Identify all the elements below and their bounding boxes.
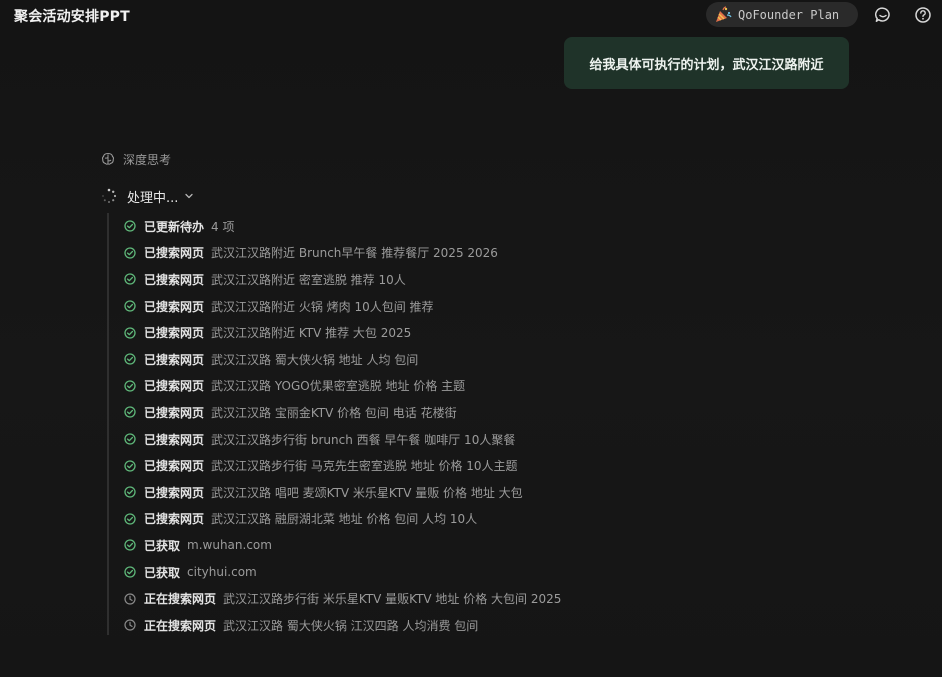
step-item: 正在搜索网页 武汉江汉路步行街 米乐星KTV 量贩KTV 地址 价格 大包间 20… bbox=[124, 585, 561, 612]
party-popper-icon bbox=[714, 5, 732, 24]
step-item: 已更新待办 4 项 bbox=[124, 213, 561, 240]
user-message-bubble: 给我具体可执行的计划，武汉江汉路附近 bbox=[564, 37, 849, 89]
step-detail: 4 项 bbox=[211, 219, 235, 234]
check-circle-icon bbox=[124, 433, 136, 445]
step-status: 已获取 bbox=[144, 565, 181, 580]
step-status: 已搜索网页 bbox=[144, 485, 205, 500]
step-item: 已获取 cityhui.com bbox=[124, 559, 561, 586]
step-status: 已搜索网页 bbox=[144, 272, 205, 287]
step-item: 已搜索网页 武汉江汉路 YOGO优果密室逃脱 地址 价格 主题 bbox=[124, 373, 561, 400]
step-detail: 武汉江汉路附近 KTV 推荐 大包 2025 bbox=[211, 326, 412, 341]
processing-toggle[interactable]: 处理中... bbox=[101, 186, 194, 206]
step-detail: 武汉江汉路步行街 米乐星KTV 量贩KTV 地址 价格 大包间 2025 bbox=[223, 592, 562, 607]
step-item: 已获取 m.wuhan.com bbox=[124, 532, 561, 559]
check-circle-icon bbox=[124, 353, 136, 365]
help-icon[interactable] bbox=[914, 6, 932, 24]
processing-label: 处理中... bbox=[127, 190, 179, 206]
step-item: 正在搜索网页 武汉江汉路 蜀大侠火锅 江汉四路 人均消费 包间 bbox=[124, 612, 561, 639]
check-circle-icon bbox=[124, 220, 136, 232]
step-detail: m.wuhan.com bbox=[187, 538, 272, 553]
step-detail: 武汉江汉路 宝丽金KTV 价格 包间 电话 花楼街 bbox=[211, 405, 457, 420]
step-status: 已搜索网页 bbox=[144, 512, 205, 527]
check-circle-icon bbox=[124, 247, 136, 259]
check-circle-icon bbox=[124, 406, 136, 419]
step-status: 已搜索网页 bbox=[144, 299, 205, 314]
step-detail: 武汉江汉路附近 Brunch早午餐 推荐餐厅 2025 2026 bbox=[211, 246, 498, 261]
step-item: 已搜索网页 武汉江汉路附近 Brunch早午餐 推荐餐厅 2025 2026 bbox=[124, 240, 561, 267]
clock-icon bbox=[124, 593, 136, 605]
step-detail: cityhui.com bbox=[187, 565, 257, 580]
step-status: 正在搜索网页 bbox=[144, 592, 217, 607]
step-status: 已获取 bbox=[144, 538, 181, 553]
check-circle-icon bbox=[124, 380, 136, 392]
step-detail: 武汉江汉路 蜀大侠火锅 地址 人均 包间 bbox=[211, 352, 419, 367]
chat-icon[interactable] bbox=[874, 6, 892, 24]
check-circle-icon bbox=[124, 273, 136, 286]
plan-badge[interactable]: QoFounder Plan bbox=[706, 2, 858, 27]
step-status: 已搜索网页 bbox=[144, 432, 205, 447]
check-circle-icon bbox=[124, 486, 136, 498]
check-circle-icon bbox=[124, 513, 136, 525]
step-detail: 武汉江汉路 融厨湖北菜 地址 价格 包间 人均 10人 bbox=[211, 512, 478, 527]
step-item: 已搜索网页 武汉江汉路 宝丽金KTV 价格 包间 电话 花楼街 bbox=[124, 399, 561, 426]
step-status: 已搜索网页 bbox=[144, 352, 205, 367]
step-status: 已更新待办 bbox=[144, 219, 205, 234]
check-circle-icon bbox=[124, 327, 136, 339]
steps-list: 已更新待办 4 项已搜索网页 武汉江汉路附近 Brunch早午餐 推荐餐厅 2025… bbox=[124, 213, 561, 639]
step-status: 已搜索网页 bbox=[144, 326, 205, 341]
steps-timeline-line bbox=[107, 213, 109, 635]
step-item: 已搜索网页 武汉江汉路步行街 brunch 西餐 早午餐 咖啡厅 10人聚餐 bbox=[124, 426, 561, 453]
check-circle-icon bbox=[124, 300, 136, 312]
step-detail: 武汉江汉路 YOGO优果密室逃脱 地址 价格 主题 bbox=[211, 379, 466, 394]
deep-thinking-toggle[interactable]: 深度思考 bbox=[101, 150, 171, 168]
step-detail: 武汉江汉路 唱吧 麦颂KTV 米乐星KTV 量贩 价格 地址 大包 bbox=[211, 485, 523, 500]
step-item: 已搜索网页 武汉江汉路 蜀大侠火锅 地址 人均 包间 bbox=[124, 346, 561, 373]
check-circle-icon bbox=[124, 566, 136, 578]
step-detail: 武汉江汉路步行街 brunch 西餐 早午餐 咖啡厅 10人聚餐 bbox=[211, 432, 516, 447]
step-item: 已搜索网页 武汉江汉路 唱吧 麦颂KTV 米乐星KTV 量贩 价格 地址 大包 bbox=[124, 479, 561, 506]
step-status: 已搜索网页 bbox=[144, 459, 205, 474]
plan-label: QoFounder Plan bbox=[738, 7, 840, 22]
clock-icon bbox=[124, 619, 136, 631]
step-detail: 武汉江汉路附近 火锅 烤肉 10人包间 推荐 bbox=[211, 299, 434, 314]
step-status: 已搜索网页 bbox=[144, 379, 205, 394]
step-detail: 武汉江汉路附近 密室逃脱 推荐 10人 bbox=[211, 272, 406, 287]
user-message-text: 给我具体可执行的计划，武汉江汉路附近 bbox=[589, 57, 824, 73]
deep-thinking-label: 深度思考 bbox=[123, 152, 172, 167]
step-status: 正在搜索网页 bbox=[144, 618, 217, 633]
step-status: 已搜索网页 bbox=[144, 405, 205, 420]
spinner-icon bbox=[101, 188, 117, 204]
step-item: 已搜索网页 武汉江汉路步行街 马克先生密室逃脱 地址 价格 10人主题 bbox=[124, 452, 561, 479]
chevron-down-icon bbox=[184, 191, 194, 201]
step-item: 已搜索网页 武汉江汉路附近 密室逃脱 推荐 10人 bbox=[124, 266, 561, 293]
page-title: 聚会活动安排PPT bbox=[14, 9, 130, 25]
step-detail: 武汉江汉路步行街 马克先生密室逃脱 地址 价格 10人主题 bbox=[211, 459, 518, 474]
step-item: 已搜索网页 武汉江汉路附近 KTV 推荐 大包 2025 bbox=[124, 319, 561, 346]
step-status: 已搜索网页 bbox=[144, 246, 205, 261]
step-detail: 武汉江汉路 蜀大侠火锅 江汉四路 人均消费 包间 bbox=[223, 618, 479, 633]
check-circle-icon bbox=[124, 459, 136, 472]
step-item: 已搜索网页 武汉江汉路附近 火锅 烤肉 10人包间 推荐 bbox=[124, 293, 561, 320]
step-item: 已搜索网页 武汉江汉路 融厨湖北菜 地址 价格 包间 人均 10人 bbox=[124, 506, 561, 533]
brain-icon bbox=[101, 152, 115, 166]
check-circle-icon bbox=[124, 539, 136, 552]
